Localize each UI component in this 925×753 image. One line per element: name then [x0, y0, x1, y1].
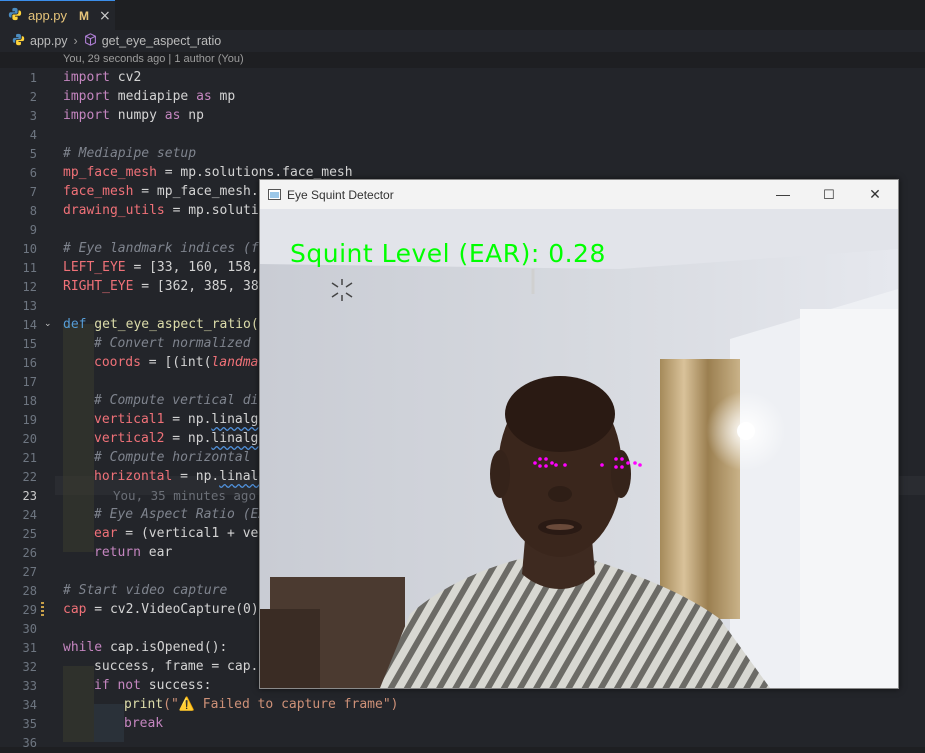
modified-badge: M — [79, 8, 90, 23]
line-number: 30 — [22, 622, 37, 636]
breadcrumb-file[interactable]: app.py — [30, 34, 68, 48]
code-comment: # Mediapipe setup — [63, 146, 197, 161]
line-number: 34 — [22, 698, 37, 712]
line-number: 9 — [29, 223, 37, 237]
line-number: 36 — [22, 736, 37, 750]
line-number: 12 — [22, 280, 37, 294]
tab-app-py[interactable]: app.py M × — [0, 0, 115, 30]
code-line: import numpy as np — [63, 108, 204, 123]
window-titlebar[interactable]: Eye Squint Detector — ☐ ✕ — [260, 180, 898, 209]
line-number: 28 — [22, 584, 37, 598]
python-file-icon — [12, 33, 25, 49]
python-file-icon — [8, 7, 22, 25]
line-number: 14 — [22, 318, 37, 332]
code-line: success, frame = cap.r — [94, 659, 267, 674]
codelens-blame[interactable]: You, 29 seconds ago | 1 author (You) — [63, 53, 244, 65]
line-number: 15 — [22, 337, 37, 351]
window-app-icon — [268, 189, 281, 200]
code-line: import mediapipe as mp — [63, 89, 236, 104]
line-number: 7 — [29, 185, 37, 199]
code-line: vertical2 = np.linalg — [94, 431, 259, 446]
code-line: drawing_utils = mp.solutio — [63, 203, 267, 218]
camera-window[interactable]: Eye Squint Detector — ☐ ✕ Squint Level (… — [259, 179, 899, 689]
code-line: print("⚠️ Failed to capture frame") — [124, 697, 399, 712]
code-line: horizontal = np.linalg — [94, 469, 267, 484]
line-number-active: 23 — [22, 489, 37, 503]
line-number: 10 — [22, 242, 37, 256]
line-number: 8 — [29, 204, 37, 218]
indent-guide — [94, 704, 124, 742]
line-number: 24 — [22, 508, 37, 522]
line-number: 25 — [22, 527, 37, 541]
code-comment: # Eye landmark indices (fo — [63, 241, 267, 256]
line-number: 27 — [22, 565, 37, 579]
line-number: 21 — [22, 451, 37, 465]
line-number: 5 — [29, 147, 37, 161]
code-line: cap = cv2.VideoCapture(0) — [63, 602, 259, 617]
webcam-frame: Squint Level (EAR): 0.28 — [260, 209, 898, 688]
chevron-right-icon: › — [73, 34, 78, 48]
breadcrumb: app.py › get_eye_aspect_ratio — [0, 30, 925, 52]
editor-tab-bar: app.py M × — [0, 0, 925, 30]
code-line: ear = (vertical1 + ver — [94, 526, 267, 541]
code-line: face_mesh = mp_face_mesh.F — [63, 184, 267, 199]
window-title: Eye Squint Detector — [287, 187, 394, 202]
line-number: 11 — [22, 261, 37, 275]
code-line: vertical1 = np.linalg — [94, 412, 259, 427]
line-number: 13 — [22, 299, 37, 313]
line-number: 3 — [29, 109, 37, 123]
code-line: def get_eye_aspect_ratio( — [63, 317, 259, 332]
code-line: while cap.isOpened(): — [63, 640, 228, 655]
code-line: import cv2 — [63, 70, 142, 85]
line-number: 29 — [22, 603, 37, 617]
line-number: 26 — [22, 546, 37, 560]
line-number: 22 — [22, 470, 37, 484]
indent-guide — [63, 666, 94, 742]
line-number: 19 — [22, 413, 37, 427]
tab-filename: app.py — [28, 8, 68, 23]
code-line: coords = [(int(landmar — [94, 355, 267, 370]
code-line: break — [124, 716, 164, 731]
line-number: 33 — [22, 679, 37, 693]
line-number: 2 — [29, 90, 37, 104]
close-button[interactable]: ✕ — [852, 180, 898, 209]
tab-close-icon[interactable]: × — [99, 8, 111, 24]
maximize-button[interactable]: ☐ — [806, 180, 852, 209]
eye-landmarks — [533, 457, 642, 469]
code-comment: # Compute horizontal d — [94, 450, 267, 465]
method-cube-icon — [84, 33, 97, 49]
line-number: 17 — [22, 375, 37, 389]
line-number: 20 — [22, 432, 37, 446]
code-comment: # Convert normalized l — [94, 336, 267, 351]
line-number: 1 — [29, 71, 37, 85]
code-line: RIGHT_EYE = [362, 385, 387 — [63, 279, 267, 294]
ear-overlay-text: Squint Level (EAR): 0.28 — [290, 239, 606, 268]
code-line: return ear — [94, 545, 173, 560]
fold-chevron-icon[interactable]: ⌄ — [44, 319, 52, 329]
breadcrumb-symbol[interactable]: get_eye_aspect_ratio — [102, 34, 222, 48]
line-number: 16 — [22, 356, 37, 370]
line-number: 35 — [22, 717, 37, 731]
line-number: 18 — [22, 394, 37, 408]
line-number: 32 — [22, 660, 37, 674]
line-number: 31 — [22, 641, 37, 655]
code-comment: # Compute vertical dis — [94, 393, 267, 408]
indent-guide — [63, 324, 94, 552]
git-modified-indicator — [41, 602, 44, 618]
code-line: if not success: — [94, 678, 212, 693]
minimize-button[interactable]: — — [760, 180, 806, 209]
code-comment: # Start video capture — [63, 583, 228, 598]
code-comment: # Eye Aspect Ratio (EA — [94, 507, 267, 522]
line-number: 6 — [29, 166, 37, 180]
inline-blame-hint: You, 35 minutes ago — [113, 488, 256, 503]
line-number: 4 — [29, 128, 37, 142]
code-line: LEFT_EYE = [33, 160, 158, — [63, 260, 259, 275]
